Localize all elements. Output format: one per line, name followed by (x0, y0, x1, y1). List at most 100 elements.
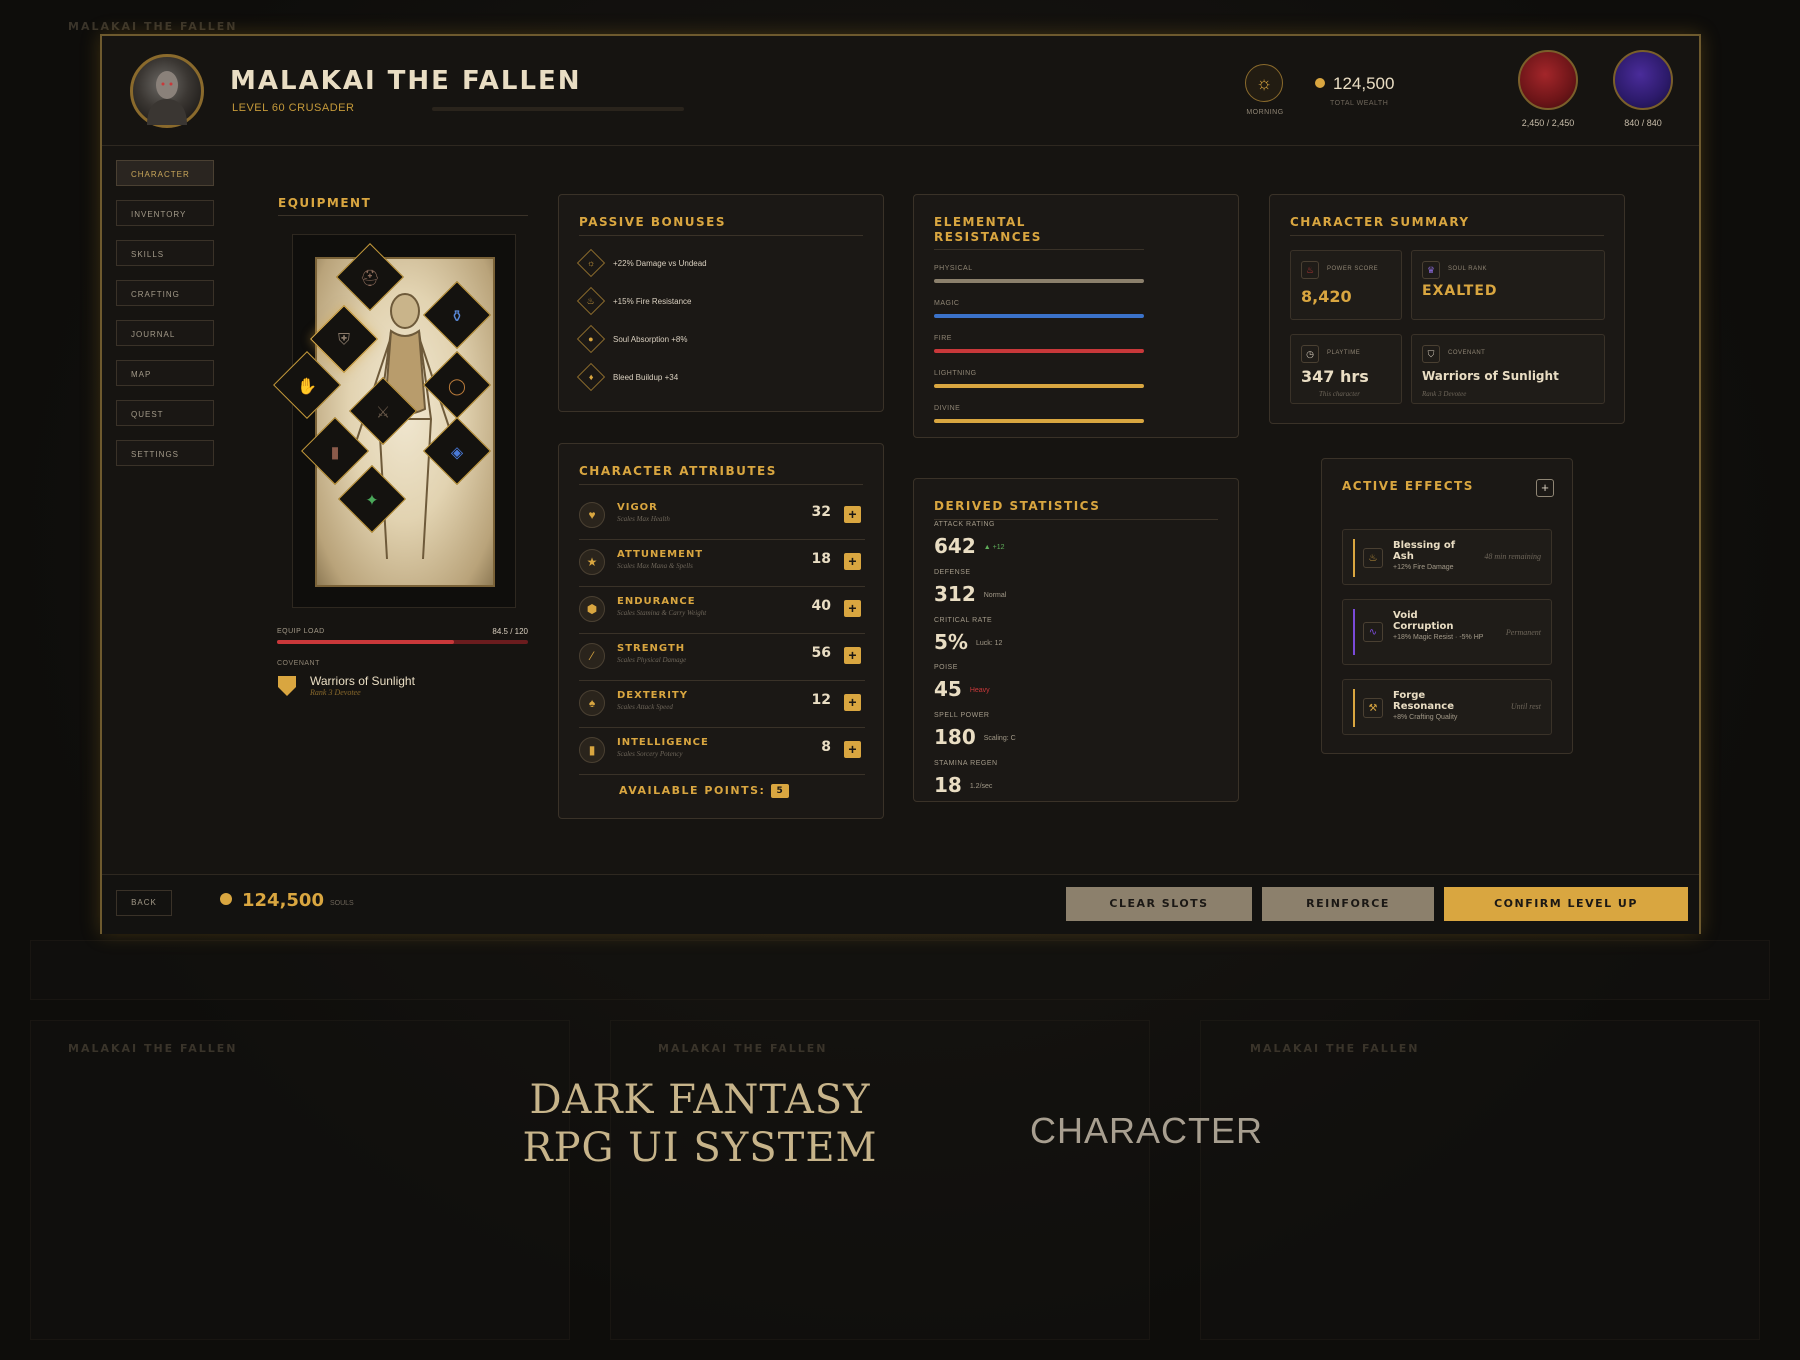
nav-journal[interactable]: JOURNAL (116, 320, 214, 346)
soul-rank-value: EXALTED (1422, 283, 1498, 299)
increase-dexterity-button[interactable]: + (844, 694, 861, 711)
effect-card[interactable]: ∿ Void Corruption +18% Magic Resist · -5… (1342, 599, 1552, 665)
flame-icon: ♨ (1301, 261, 1319, 279)
derived-stats-title: DERIVED STATISTICS (934, 499, 1101, 513)
increase-strength-button[interactable]: + (844, 647, 861, 664)
add-effect-button[interactable]: + (1536, 479, 1554, 497)
promo-title-line1: DARK FANTASY (529, 1077, 871, 1123)
effect-duration: Until rest (1510, 702, 1541, 711)
clear-slots-button[interactable]: CLEAR SLOTS (1066, 887, 1252, 921)
derived-stats-panel: DERIVED STATISTICS ATTACK RATING 642 ▲ +1… (913, 478, 1239, 802)
sun-icon: ☼ (1245, 64, 1283, 102)
sword-icon: ⁄ (579, 643, 605, 669)
resistance-bar (934, 419, 1144, 423)
resistance-fire: FIRE (934, 335, 1144, 353)
effect-accent (1353, 689, 1355, 727)
stat-value: 18 (934, 773, 962, 797)
health-orb (1518, 50, 1578, 110)
stat-label: STAMINA REGEN (934, 760, 998, 767)
effect-name: Forge Resonance (1393, 690, 1455, 712)
equip-slot-head[interactable]: ⛑ (336, 243, 404, 311)
stat-label: ATTACK RATING (934, 521, 995, 528)
card-label: POWER SCORE (1327, 266, 1379, 272)
resistance-physical: PHYSICAL (934, 265, 1144, 283)
equipment-title: EQUIPMENT (278, 196, 372, 210)
attribute-name: STRENGTH (617, 643, 686, 654)
xp-bar (432, 107, 684, 111)
stat-value: 45 (934, 677, 962, 701)
card-label: COVENANT (1448, 350, 1486, 356)
nav-quest[interactable]: QUEST (116, 400, 214, 426)
equip-load-fill (277, 640, 454, 644)
passive-text: Soul Absorption +8% (613, 334, 688, 344)
belt-icon: ⚔ (375, 404, 391, 422)
ring-icon: ◯ (448, 378, 466, 396)
equipment-title-rule (278, 215, 528, 216)
mana-value: 840 / 840 (1624, 118, 1662, 128)
attribute-desc: Scales Attack Speed (617, 703, 673, 711)
passive-text: +22% Damage vs Undead (613, 258, 707, 268)
passive-text: +15% Fire Resistance (613, 296, 692, 306)
effect-card[interactable]: ⚒ Forge Resonance +8% Crafting Quality U… (1342, 679, 1552, 735)
attribute-desc: Scales Physical Damage (617, 656, 687, 664)
attribute-name: INTELLIGENCE (617, 737, 709, 748)
effect-card[interactable]: ♨ Blessing of Ash +12% Fire Damage 48 mi… (1342, 529, 1552, 585)
bg-mockup-title: MALAKAI THE FALLEN (68, 20, 238, 33)
effect-name: Blessing of Ash (1393, 540, 1456, 562)
card-label: PLAYTIME (1327, 350, 1361, 356)
attribute-desc: Scales Stamina & Carry Weight (617, 609, 707, 617)
gauntlet-icon: ✋ (297, 378, 317, 396)
effect-detail: +8% Crafting Quality (1393, 714, 1458, 721)
nav-skills[interactable]: SKILLS (116, 240, 214, 266)
soul-coin-icon (220, 893, 232, 905)
stat-poise: 45 Heavy (934, 677, 990, 701)
player-name: MALAKAI THE FALLEN (230, 66, 582, 96)
stat-label: CRITICAL RATE (934, 617, 993, 624)
attributes-panel: CHARACTER ATTRIBUTES ♥ VIGOR Scales Max … (558, 443, 884, 819)
attribute-desc: Scales Max Health (617, 515, 670, 523)
attribute-row-attunement: ★ ATTUNEMENT Scales Max Mana & Spells 18… (579, 541, 865, 587)
back-button[interactable]: BACK (116, 890, 172, 916)
increase-intelligence-button[interactable]: + (844, 741, 861, 758)
equip-load-value: 84.5 / 120 (492, 627, 528, 636)
playtime-sub: This character (1319, 390, 1361, 398)
increase-endurance-button[interactable]: + (844, 600, 861, 617)
stat-label: SPELL POWER (934, 712, 990, 719)
confirm-level-up-button[interactable]: CONFIRM LEVEL UP (1444, 887, 1688, 921)
stat-value: 642 (934, 534, 976, 558)
promo-title: DARK FANTASY RPG UI SYSTEM (470, 1076, 930, 1172)
nav-inventory[interactable]: INVENTORY (116, 200, 214, 226)
attribute-value: 56 (811, 645, 831, 661)
stat-value: 5% (934, 630, 968, 654)
covenant-sub: Rank 3 Devotee (1422, 390, 1467, 398)
coin-icon (1315, 78, 1325, 88)
card-label: SOUL RANK (1448, 266, 1487, 272)
stat-label: POISE (934, 664, 958, 671)
stat-note: Heavy (969, 687, 990, 694)
passive-item: ☼ +22% Damage vs Undead (576, 248, 707, 278)
stat-note: 1.2/sec (969, 783, 993, 790)
passive-bonuses-panel: PASSIVE BONUSES ☼ +22% Damage vs Undead ♨… (558, 194, 884, 412)
bg-mockup-3 (1200, 1020, 1760, 1340)
divider (1290, 235, 1604, 236)
avatar (130, 54, 204, 128)
mana-orb (1613, 50, 1673, 110)
rank-badge-icon: ♛ (1422, 261, 1440, 279)
passive-item: ♨ +15% Fire Resistance (576, 286, 692, 316)
health-value: 2,450 / 2,450 (1521, 118, 1575, 128)
helmet-icon: ⛑ (359, 270, 381, 288)
nav-settings[interactable]: SETTINGS (116, 440, 214, 466)
nav-character[interactable]: CHARACTER (116, 160, 214, 186)
attribute-desc: Scales Max Mana & Spells (617, 562, 693, 570)
resistance-bar (934, 349, 1144, 353)
increase-attunement-button[interactable]: + (844, 553, 861, 570)
increase-vigor-button[interactable]: + (844, 506, 861, 523)
nav-crafting[interactable]: CRAFTING (116, 280, 214, 306)
reinforce-button[interactable]: REINFORCE (1262, 887, 1434, 921)
nav-map[interactable]: MAP (116, 360, 214, 386)
soul-icon: ● (576, 324, 606, 354)
available-points: AVAILABLE POINTS: 5 (619, 784, 790, 798)
attribute-value: 40 (811, 598, 831, 614)
passive-text: Bleed Buildup +34 (613, 372, 679, 382)
active-effects-panel: ACTIVE EFFECTS + ♨ Blessing of Ash +12% … (1321, 458, 1573, 754)
